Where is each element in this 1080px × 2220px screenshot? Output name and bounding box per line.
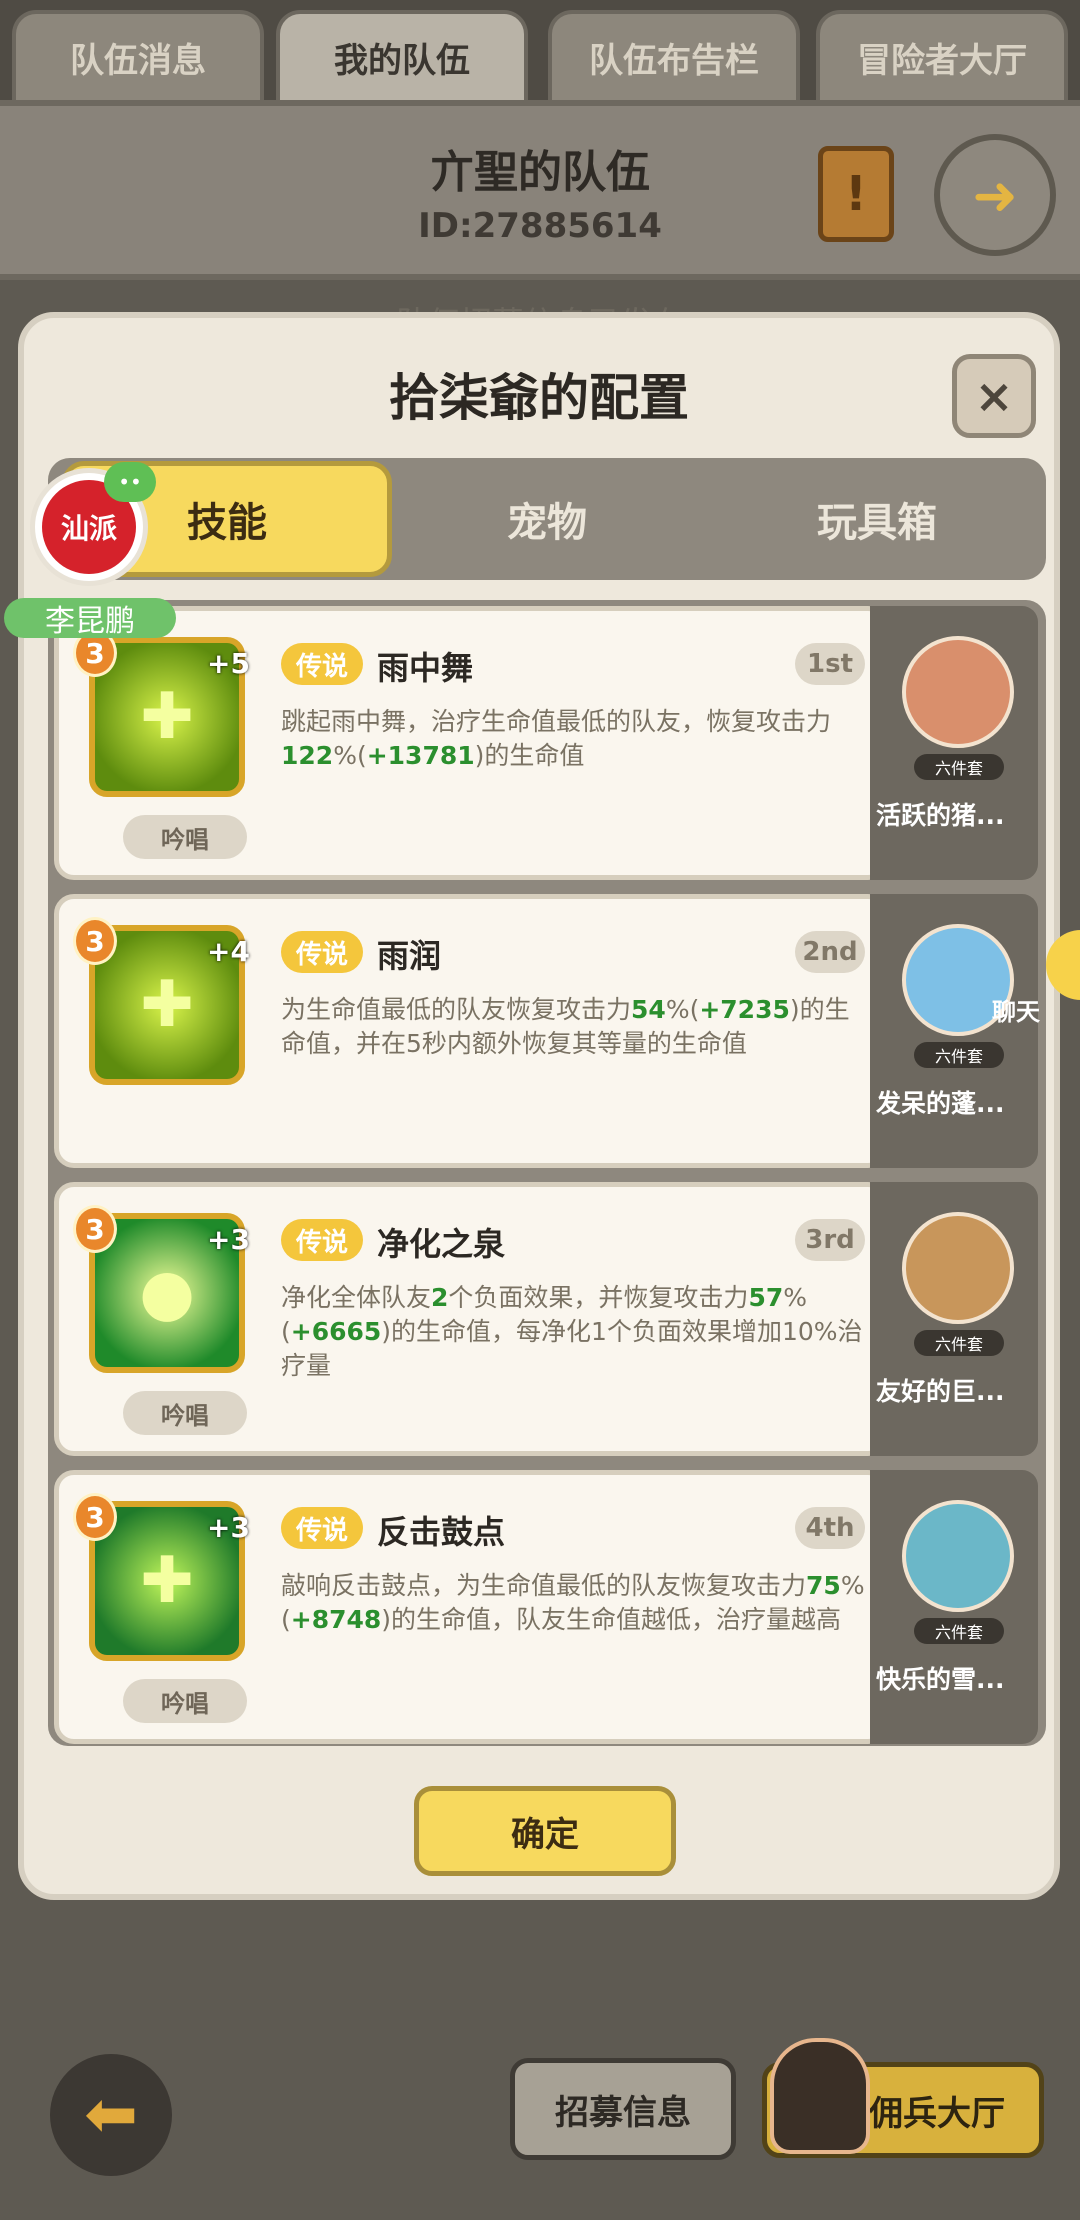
skill-card[interactable]: ✚ 3 +3 吟唱 传说 反击鼓点 4th 敲响反击鼓点，为生命值最低的队友恢复… [54, 1470, 888, 1744]
plus-badge: +5 [207, 647, 250, 680]
rank-tag: 3rd [795, 1219, 865, 1261]
skill-description: 为生命值最低的队友恢复攻击力54%(+7235)的生命值，并在5秒内额外恢复其等… [281, 995, 850, 1058]
skill-name: 净化之泉 [377, 1225, 506, 1263]
skill-card[interactable]: ✚ 3 +5 吟唱 传说 雨中舞 1st 跳起雨中舞，治疗生命值最低的队友，恢复… [54, 606, 888, 880]
config-tabs: 技能 宠物 玩具箱 [48, 458, 1046, 580]
back-arrow-icon[interactable]: ⬅ [50, 2054, 172, 2176]
close-button[interactable]: × [952, 354, 1036, 438]
pet-avatar [902, 1212, 1014, 1324]
level-badge: 3 [73, 917, 117, 965]
set-tag: 六件套 [914, 1618, 1004, 1644]
confirm-button[interactable]: 确定 [414, 1786, 676, 1876]
plus-badge: +3 [207, 1223, 250, 1256]
skill-name: 雨润 [377, 937, 442, 975]
tab-team-board[interactable]: 队伍布告栏 [548, 10, 800, 100]
rank-tag: 4th [795, 1507, 865, 1549]
user-name-tag: 李昆鹏 [4, 598, 176, 639]
rarity-tag: 传说 [281, 643, 363, 685]
skill-card[interactable]: ✚ 3 +4 传说 雨润 2nd 为生命值最低的队友恢复攻击力54%(+7235… [54, 894, 888, 1168]
pet-avatar [902, 636, 1014, 748]
set-tag: 六件套 [914, 1042, 1004, 1068]
pet-name: 友好的巨... [876, 1377, 1005, 1406]
skill-name: 雨中舞 [377, 649, 474, 687]
notice-scroll-icon[interactable]: ! [818, 146, 894, 242]
rarity-tag: 传说 [281, 931, 363, 973]
pet-slot[interactable]: 六件套 快乐的雪... [870, 1470, 1038, 1744]
exit-team-icon[interactable]: ➜ [934, 134, 1056, 256]
wechat-icon: •• [104, 462, 156, 502]
level-badge: 3 [73, 1205, 117, 1253]
mercenary-character-icon [770, 2038, 870, 2154]
set-tag: 六件套 [914, 1330, 1004, 1356]
plus-badge: +4 [207, 935, 250, 968]
skill-description: 跳起雨中舞，治疗生命值最低的队友，恢复攻击力122%(+13781)的生命值 [281, 707, 832, 770]
skill-card[interactable]: ● 3 +3 吟唱 传说 净化之泉 3rd 净化全体队友2个负面效果，并恢复攻击… [54, 1182, 888, 1456]
pet-avatar [902, 1500, 1014, 1612]
pet-slot[interactable]: 六件套 发呆的蓬... [870, 894, 1038, 1168]
tab-pets[interactable]: 宠物 [382, 458, 712, 580]
skill-name: 反击鼓点 [377, 1513, 506, 1551]
pet-name: 快乐的雪... [876, 1665, 1005, 1694]
tab-toy-box[interactable]: 玩具箱 [712, 458, 1042, 580]
team-header: 亣聖的队伍 ID:27885614 ! ➜ [0, 100, 1080, 280]
pet-slot[interactable]: 六件套 活跃的猪... [870, 606, 1038, 880]
skill-description: 净化全体队友2个负面效果，并恢复攻击力57%(+6665)的生命值，每净化1个负… [281, 1283, 863, 1380]
level-badge: 3 [73, 1493, 117, 1541]
pet-slot[interactable]: 六件套 友好的巨... [870, 1182, 1038, 1456]
modal-title: 拾柒爺的配置 [389, 369, 689, 427]
top-tab-bar: 队伍消息 我的队伍 队伍布告栏 冒险者大厅 [0, 0, 1080, 100]
config-modal: 拾柒爺的配置 × 技能 宠物 玩具箱 ✚ 3 +5 吟唱 传说 雨中舞 1st … [18, 312, 1060, 1900]
cast-tag: 吟唱 [123, 815, 247, 859]
chat-label[interactable]: 聊天 [992, 992, 1040, 1027]
tab-adventurer-hall[interactable]: 冒险者大厅 [816, 10, 1068, 100]
rarity-tag: 传说 [281, 1219, 363, 1261]
set-tag: 六件套 [914, 754, 1004, 780]
tab-team-messages[interactable]: 队伍消息 [12, 10, 264, 100]
plus-badge: +3 [207, 1511, 250, 1544]
skill-description: 敲响反击鼓点，为生命值最低的队友恢复攻击力75%(+8748)的生命值，队友生命… [281, 1571, 865, 1634]
team-title: 亣聖的队伍 [430, 147, 650, 198]
cast-tag: 吟唱 [123, 1391, 247, 1435]
tab-my-team[interactable]: 我的队伍 [276, 10, 528, 100]
recruit-info-button[interactable]: 招募信息 [510, 2058, 736, 2160]
rank-tag: 2nd [795, 931, 865, 973]
pet-name: 活跃的猪... [876, 801, 1005, 830]
pet-name: 发呆的蓬... [876, 1089, 1005, 1118]
rarity-tag: 传说 [281, 1507, 363, 1549]
cast-tag: 吟唱 [123, 1679, 247, 1723]
team-id: ID:27885614 [418, 206, 662, 246]
rank-tag: 1st [795, 643, 865, 685]
